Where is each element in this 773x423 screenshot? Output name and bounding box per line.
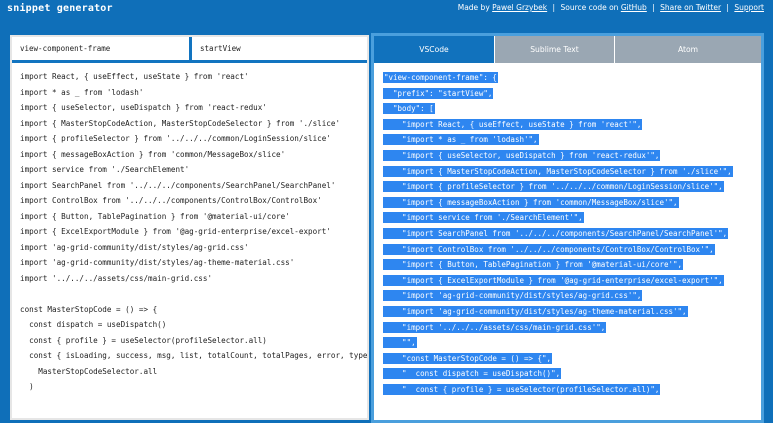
editor-tabs: VSCode Sublime Text Atom bbox=[374, 36, 761, 63]
source-label: Source code on bbox=[560, 3, 619, 12]
code-line: import { profileSelector } from '../../.… bbox=[20, 134, 331, 143]
tab-trigger-input[interactable]: startView bbox=[192, 37, 367, 63]
output-line-text: "body": [ bbox=[383, 103, 435, 115]
output-line-text: "prefix": "startView", bbox=[383, 87, 494, 99]
code-line: import 'ag-grid-community/dist/styles/ag… bbox=[20, 242, 249, 252]
code-line: import ControlBox from '../../../compone… bbox=[20, 196, 322, 205]
snippet-name-input[interactable]: view-component-frame bbox=[12, 37, 192, 63]
output-line-text: "import '../../../assets/css/main-grid.c… bbox=[383, 321, 607, 333]
made-by-label: Made by bbox=[457, 3, 490, 12]
output-line-text: "import SearchPanel from '../../../compo… bbox=[383, 227, 729, 239]
tab-vscode[interactable]: VSCode bbox=[374, 36, 494, 63]
app-title: snippet generator bbox=[7, 3, 113, 14]
output-line-text: " const { profile } = useSelector(profil… bbox=[383, 383, 661, 395]
output-line: "import { profileSelector } from '../../… bbox=[383, 179, 761, 195]
output-line: "import { Button, TablePagination } from… bbox=[383, 257, 761, 273]
code-line: const MasterStopCode = () => { bbox=[20, 304, 158, 314]
code-line: import { useSelector, useDispatch } from… bbox=[20, 103, 267, 112]
code-line: import SearchPanel from '../../../compon… bbox=[20, 180, 336, 190]
output-line-text: "import { Button, TablePagination } from… bbox=[383, 259, 684, 271]
code-line: const { profile } = useSelector(profileS… bbox=[20, 335, 267, 345]
credits: Made by Pawel Grzybek | Source code on G… bbox=[458, 3, 764, 12]
output-line-text: "view-component-frame": { bbox=[383, 72, 498, 83]
output-line: "import SearchPanel from '../../../compo… bbox=[383, 226, 761, 242]
output-line: "import React, { useEffect, useState } f… bbox=[383, 117, 761, 133]
output-line-text: "import React, { useEffect, useState } f… bbox=[383, 118, 643, 130]
output-line-text: " const dispatch = useDispatch()", bbox=[383, 368, 562, 380]
output-line-text: "import service from './SearchElement'", bbox=[383, 212, 584, 224]
code-line: const dispatch = useDispatch() bbox=[20, 320, 167, 329]
output-line-text: "import * as _ from 'lodash'", bbox=[383, 134, 539, 146]
output-line: "import * as _ from 'lodash'", bbox=[383, 132, 761, 148]
code-line: import '../../../assets/css/main-grid.cs… bbox=[20, 273, 213, 283]
snippet-output: VSCode Sublime Text Atom "view-component… bbox=[371, 33, 764, 423]
output-line-text: "import ControlBox from '../../../compon… bbox=[383, 243, 715, 255]
author-link[interactable]: Pawel Grzybek bbox=[492, 3, 547, 12]
output-line: " const dispatch = useDispatch()", bbox=[383, 366, 761, 382]
tab-sublime-text[interactable]: Sublime Text bbox=[495, 36, 614, 63]
code-line: import { ExcelExportModule } from '@ag-g… bbox=[20, 227, 331, 236]
code-line: const { isLoading, success, msg, list, t… bbox=[20, 351, 369, 360]
output-line-text: "import 'ag-grid-community/dist/styles/a… bbox=[383, 290, 643, 302]
output-line: "const MasterStopCode = () => {", bbox=[383, 351, 761, 367]
output-line-text: "const MasterStopCode = () => {", bbox=[383, 352, 553, 364]
code-line: import { messageBoxAction } from 'common… bbox=[20, 149, 286, 159]
output-line: "import { ExcelExportModule } from '@ag-… bbox=[383, 273, 761, 289]
output-line: "prefix": "startView", bbox=[383, 86, 761, 102]
code-line: import service from './SearchElement' bbox=[20, 165, 190, 174]
output-line: "import { messageBoxAction } from 'commo… bbox=[383, 195, 761, 211]
code-line: import * as _ from 'lodash' bbox=[20, 87, 144, 97]
output-line-text: "import 'ag-grid-community/dist/styles/a… bbox=[383, 305, 688, 317]
output-line: "", bbox=[383, 335, 761, 351]
output-line: "body": [ bbox=[383, 101, 761, 117]
code-line: MasterStopCodeSelector.all bbox=[20, 366, 158, 376]
output-line: "import ControlBox from '../../../compon… bbox=[383, 242, 761, 258]
snippet-editor: view-component-frame startView import Re… bbox=[10, 35, 369, 420]
output-code[interactable]: "view-component-frame": { "prefix": "sta… bbox=[374, 63, 761, 420]
code-line: ) bbox=[20, 382, 34, 391]
support-link[interactable]: Support bbox=[734, 3, 764, 12]
output-line-text: "import { useSelector, useDispatch } fro… bbox=[383, 149, 661, 161]
twitter-link[interactable]: Share on Twitter bbox=[660, 3, 721, 12]
output-line-text: "import { ExcelExportModule } from '@ag-… bbox=[383, 274, 724, 286]
output-line: " const { profile } = useSelector(profil… bbox=[383, 382, 761, 398]
output-line-text: "", bbox=[383, 337, 417, 349]
output-line: "import { MasterStopCodeAction, MasterSt… bbox=[383, 164, 761, 180]
output-line: "import service from './SearchElement'", bbox=[383, 210, 761, 226]
output-line-text: "import { profileSelector } from '../../… bbox=[383, 181, 724, 193]
snippet-inputs: view-component-frame startView bbox=[12, 37, 367, 63]
code-line: import React, { useEffect, useState } fr… bbox=[20, 72, 249, 81]
separator: | bbox=[726, 3, 729, 12]
code-line: import 'ag-grid-community/dist/styles/ag… bbox=[20, 258, 295, 267]
code-line: import { Button, TablePagination } from … bbox=[20, 211, 290, 221]
tab-atom[interactable]: Atom bbox=[615, 36, 761, 63]
output-line-text: "import { messageBoxAction } from 'commo… bbox=[383, 196, 679, 208]
code-line: import { MasterStopCodeAction, MasterSto… bbox=[20, 118, 341, 128]
output-line: "import 'ag-grid-community/dist/styles/a… bbox=[383, 304, 761, 320]
snippet-code-textarea[interactable]: import React, { useEffect, useState } fr… bbox=[12, 63, 367, 418]
separator: | bbox=[552, 3, 556, 12]
output-line: "view-component-frame": { bbox=[383, 70, 761, 86]
top-bar: snippet generator Made by Pawel Grzybek … bbox=[0, 0, 773, 22]
separator: | bbox=[652, 3, 655, 12]
output-line: "import { useSelector, useDispatch } fro… bbox=[383, 148, 761, 164]
output-line-text: "import { MasterStopCodeAction, MasterSt… bbox=[383, 165, 733, 177]
github-link[interactable]: GitHub bbox=[621, 3, 647, 12]
output-line: "import '../../../assets/css/main-grid.c… bbox=[383, 320, 761, 336]
output-line: "import 'ag-grid-community/dist/styles/a… bbox=[383, 288, 761, 304]
